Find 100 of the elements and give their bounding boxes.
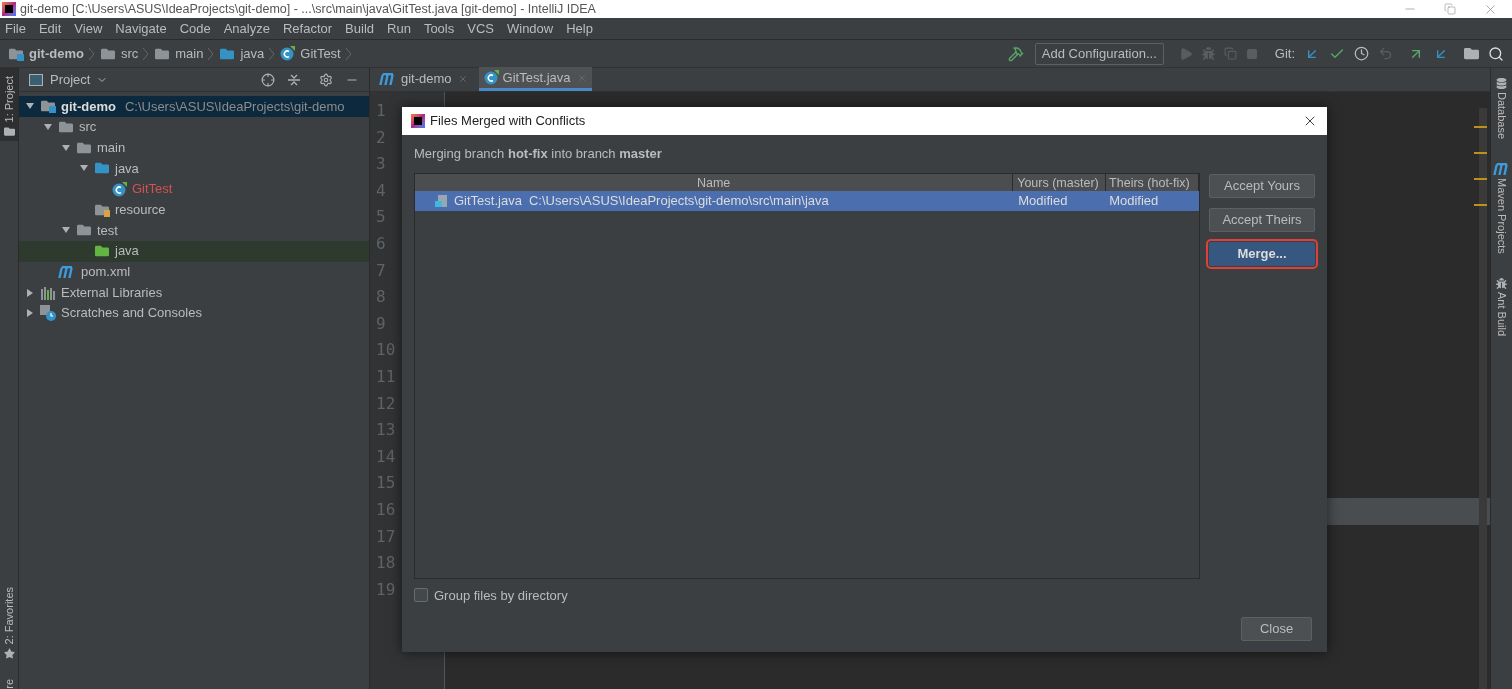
tree-label: GitTest bbox=[132, 180, 173, 199]
history-icon[interactable] bbox=[1354, 46, 1369, 61]
libraries-icon bbox=[40, 285, 56, 300]
menu-item[interactable]: Edit bbox=[38, 18, 62, 39]
chevron-icon bbox=[208, 47, 214, 60]
tree-item[interactable]: java bbox=[19, 158, 369, 179]
tree-label: pom.xml bbox=[81, 263, 131, 282]
star-icon[interactable] bbox=[3, 648, 15, 660]
menu-item[interactable]: Analyze bbox=[223, 18, 270, 39]
menu-item[interactable]: Code bbox=[179, 18, 211, 39]
file-name: GitTest.java bbox=[454, 191, 522, 210]
maven-icon bbox=[379, 73, 397, 85]
tree-label: java bbox=[115, 159, 139, 178]
project-view-icon bbox=[29, 73, 43, 86]
configuration-button[interactable]: Add Configuration... bbox=[1034, 42, 1164, 65]
menu-item[interactable]: View bbox=[74, 18, 103, 39]
tree-item[interactable]: External Libraries bbox=[19, 282, 369, 303]
tree-item[interactable]: Scratches and Consoles bbox=[19, 302, 369, 324]
maven-icon bbox=[1492, 163, 1511, 176]
chevron-icon bbox=[269, 47, 275, 60]
folder-icon bbox=[76, 223, 92, 238]
breadcrumb-item[interactable]: GitTest bbox=[300, 43, 341, 64]
tree-label: test bbox=[97, 221, 118, 240]
table-cell-text: Modified bbox=[1017, 191, 1069, 210]
breadcrumb-item[interactable]: main bbox=[175, 43, 204, 64]
expanded-arrow-icon[interactable] bbox=[61, 142, 71, 153]
bug-icon[interactable] bbox=[1496, 277, 1507, 289]
editor-tab[interactable]: GitTest.java bbox=[478, 67, 592, 91]
column-header[interactable]: Theirs (hot-fix) bbox=[1106, 173, 1199, 191]
column-header[interactable]: Name bbox=[415, 173, 1014, 191]
collapsed-arrow-icon[interactable] bbox=[25, 308, 35, 319]
column-header[interactable]: Yours (master) bbox=[1013, 173, 1107, 191]
menu-item[interactable]: Tools bbox=[423, 18, 455, 39]
menu-item[interactable]: Run bbox=[387, 18, 411, 39]
tree-item[interactable]: test bbox=[19, 220, 369, 241]
folder-icon bbox=[76, 140, 92, 155]
panel-title[interactable]: Project bbox=[50, 69, 91, 90]
chevron-icon bbox=[143, 47, 149, 60]
app-logo-icon bbox=[411, 114, 425, 128]
favorites-tool-tab[interactable]: 2: Favorites bbox=[0, 586, 18, 680]
tree-item[interactable]: main bbox=[19, 137, 369, 159]
merge-message: Merging branch hot-fix into branch master bbox=[414, 145, 663, 163]
menu-item[interactable]: File bbox=[5, 18, 26, 39]
table-row[interactable]: GitTest.java C:\Users\ASUS\IdeaProjects\git-demo\src\main\java Modified Modified bbox=[415, 190, 1199, 211]
settings-icon[interactable] bbox=[319, 72, 333, 87]
folder-icon[interactable] bbox=[1464, 46, 1479, 61]
tree-item[interactable]: java bbox=[19, 240, 369, 262]
module-folder-icon bbox=[40, 99, 56, 114]
editor-tab[interactable]: git-demo bbox=[374, 67, 473, 91]
dialog-button[interactable]: Accept Yours bbox=[1209, 173, 1315, 198]
project-tool-tab[interactable]: 1: Project bbox=[0, 68, 18, 142]
folder-icon bbox=[99, 46, 116, 61]
collapse-icon[interactable] bbox=[287, 72, 301, 87]
folder-icon[interactable] bbox=[3, 126, 15, 138]
tree-label: src bbox=[79, 118, 97, 137]
breadcrumb-item[interactable]: git-demo bbox=[29, 43, 84, 64]
folder-icon bbox=[154, 46, 171, 61]
locate-icon[interactable] bbox=[261, 72, 275, 87]
breadcrumb-item[interactable]: src bbox=[120, 43, 139, 64]
menu-item[interactable]: Help bbox=[566, 18, 593, 39]
chevron-icon bbox=[345, 47, 351, 60]
folder-icon bbox=[94, 161, 110, 176]
chevron-icon bbox=[88, 47, 94, 60]
table-cell-text: Modified bbox=[1108, 191, 1160, 210]
menu-item[interactable]: VCS bbox=[467, 18, 494, 39]
menu-item[interactable]: Window bbox=[506, 18, 554, 39]
tool-tab[interactable]: Ant Build bbox=[1493, 277, 1510, 336]
folder-icon bbox=[58, 120, 74, 135]
tree-item[interactable]: pom.xml bbox=[19, 261, 369, 283]
tree-label: git-demo bbox=[61, 97, 116, 116]
menu-item[interactable]: Refactor bbox=[282, 18, 333, 39]
tree-item[interactable]: src bbox=[19, 116, 369, 138]
group-by-directory-checkbox[interactable]: Group files by directory bbox=[414, 585, 1200, 605]
hammer-icon[interactable] bbox=[1007, 45, 1024, 62]
tree-label: java bbox=[115, 242, 139, 261]
scratches-icon bbox=[40, 305, 56, 322]
tree-label: External Libraries bbox=[61, 283, 163, 302]
tree-label: main bbox=[97, 138, 126, 157]
search-icon[interactable] bbox=[1488, 45, 1504, 62]
checkbox[interactable] bbox=[414, 588, 428, 603]
resource-folder-icon bbox=[94, 202, 110, 217]
collapsed-arrow-icon[interactable] bbox=[25, 287, 35, 298]
window-title: git-demo [C:\Users\ASUS\IdeaProjects\git-demo] - ...\src\main\java\GitTest.java [git-demo] - IntelliJ IDEA bbox=[20, 0, 596, 18]
class-icon bbox=[483, 70, 499, 85]
structure-tool-tab[interactable]: re bbox=[0, 679, 18, 689]
dialog-button[interactable]: Merge... bbox=[1209, 241, 1315, 266]
dialog-title: Files Merged with Conflicts bbox=[430, 112, 586, 131]
menu-item[interactable]: Build bbox=[345, 18, 374, 39]
close-button[interactable]: Close bbox=[1241, 617, 1312, 641]
menu-item[interactable]: Navigate bbox=[115, 18, 167, 39]
dialog-button[interactable]: Accept Theirs bbox=[1209, 207, 1315, 232]
tree-item[interactable]: git-demo C:\Users\ASUS\IdeaProjects\git-demo bbox=[19, 96, 369, 117]
tree-item[interactable]: resource bbox=[19, 199, 369, 221]
folder-icon bbox=[219, 46, 236, 61]
tool-tab[interactable]: Database bbox=[1493, 78, 1510, 140]
tool-tab[interactable]: Maven Projects bbox=[1492, 163, 1511, 254]
folder-icon bbox=[94, 244, 110, 259]
breadcrumb-item[interactable]: java bbox=[240, 43, 265, 64]
maven-icon bbox=[58, 265, 76, 278]
database-icon[interactable] bbox=[1496, 78, 1507, 89]
